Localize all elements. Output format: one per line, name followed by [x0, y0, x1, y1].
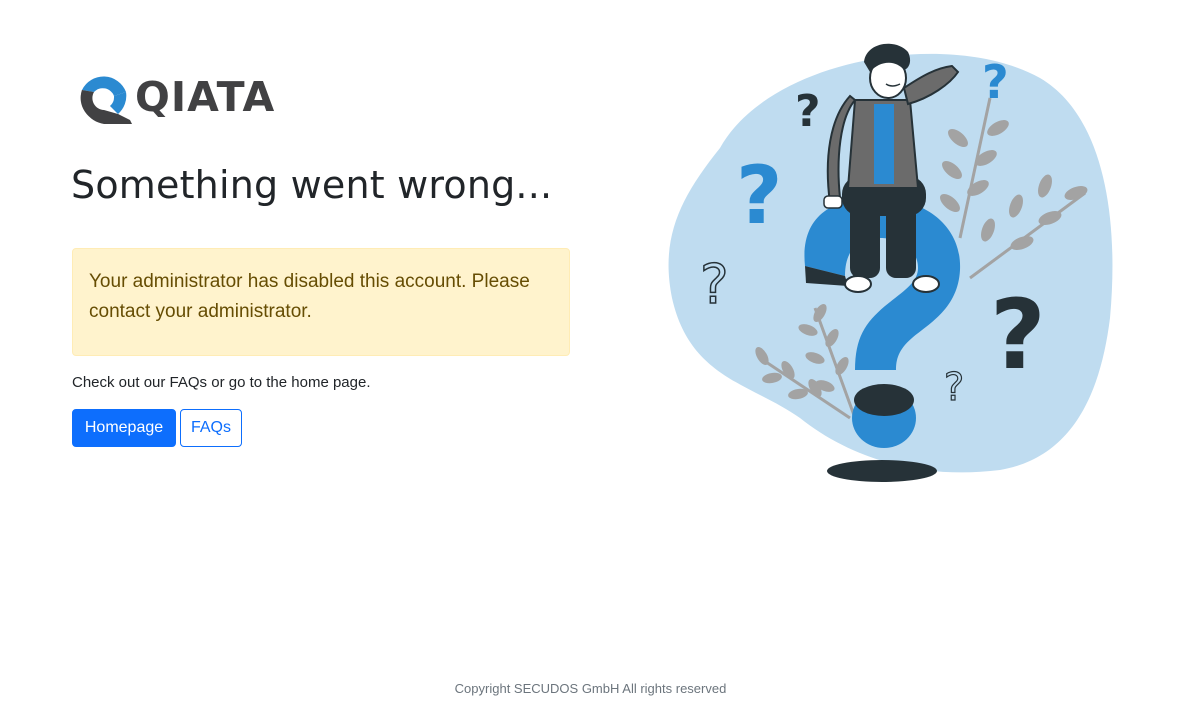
- qiata-q-logo-icon: [80, 76, 132, 124]
- help-text: Check out our FAQs or go to the home pag…: [72, 374, 371, 391]
- homepage-button[interactable]: Homepage: [72, 409, 176, 447]
- alert-message: Your administrator has disabled this acc…: [89, 271, 530, 322]
- svg-text:?: ?: [990, 279, 1046, 391]
- svg-text:?: ?: [944, 365, 964, 409]
- svg-text:?: ?: [736, 149, 782, 242]
- brand-logo[interactable]: QIATA: [74, 68, 275, 126]
- svg-text:?: ?: [795, 86, 821, 137]
- account-disabled-alert: Your administrator has disabled this acc…: [72, 248, 570, 356]
- page-title: Something went wrong...: [71, 163, 553, 207]
- brand-name: QIATA: [135, 72, 276, 121]
- svg-text:?: ?: [982, 55, 1009, 109]
- confused-person-question-mark-illustration: ? ? ? ? ? ?: [668, 43, 1113, 482]
- svg-text:?: ?: [700, 253, 729, 316]
- faqs-button[interactable]: FAQs: [180, 409, 242, 447]
- confused-person-illustration: ? ? ? ? ? ?: [660, 38, 1120, 488]
- footer-copyright: Copyright SECUDOS GmbH All rights reserv…: [454, 681, 727, 696]
